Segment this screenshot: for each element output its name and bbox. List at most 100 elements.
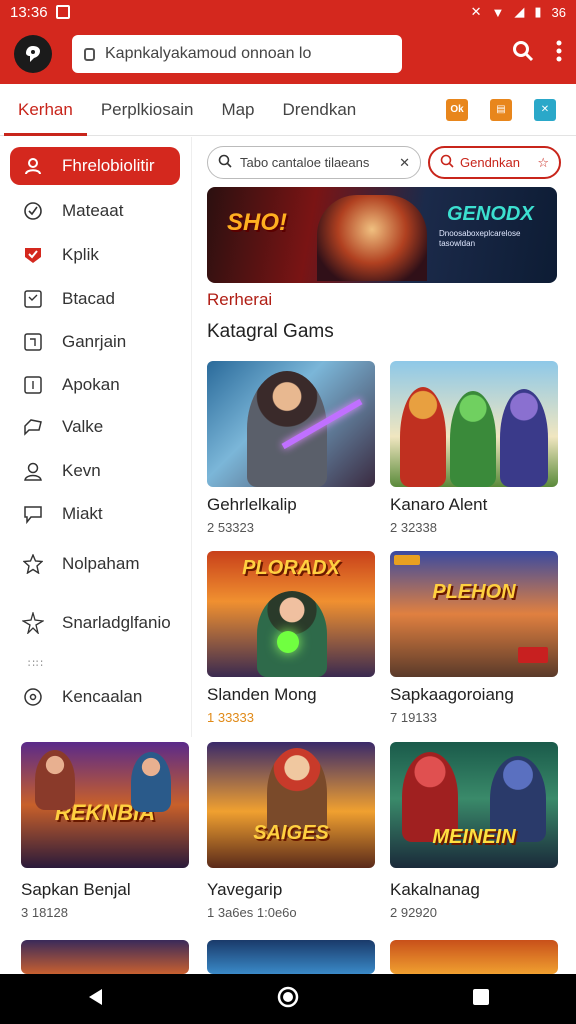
game-card-image[interactable]: PLORADX [207,551,375,677]
search-icon[interactable] [512,40,534,68]
featured-banner[interactable]: SHO! GENODX Dnoosaboxeplcarelose tasowld… [207,187,557,283]
sidebar-item-label: Btacad [62,289,115,308]
app-bar: Kapnkalyakamoud onnoan lo [0,24,576,84]
system-nav-bar [0,974,576,1024]
sidebar-item-label: Valke [62,417,104,436]
sparkle-icon [22,612,44,634]
sidebar-item-label: Nolpaham [62,554,140,573]
app-logo-icon[interactable] [14,35,52,73]
tab-drendkan[interactable]: Drendkan [269,84,371,136]
card-icon[interactable]: ▤ [490,98,512,121]
battery-icon: ▮ [534,4,542,19]
search-placeholder: Tabo cantaloe tilaeans [240,155,370,170]
ok-badge-icon[interactable]: Ok [446,98,468,121]
star-icon: ☆ [537,154,549,170]
notification-icon [55,5,70,19]
sidebar-item-kplik[interactable]: Kplik [10,236,180,274]
person-outline-icon [22,460,44,482]
tab-bar: Kerhan Perplkiosain Map Drendkan Ok ▤ ✕ [0,84,576,136]
clear-icon[interactable]: ✕ [395,155,410,171]
red-check-icon [22,244,44,266]
sidebar-item-label: Kevn [62,461,101,480]
shield-check-icon [22,200,44,222]
game-card-title[interactable]: Kanaro Alent [390,495,487,515]
back-icon[interactable] [86,987,104,1012]
sidebar-item-valke[interactable]: Valke [10,408,180,446]
game-card-image[interactable]: PLEHON [390,551,558,677]
tab-kerhan[interactable]: Kerhan [4,84,87,136]
banner-hero-art [317,195,427,281]
tab-perplkiosain[interactable]: Perplkiosain [87,84,208,136]
url-bar[interactable]: Kapnkalyakamoud onnoan lo [72,35,402,73]
game-card-title[interactable]: Sapkaagoroiang [390,685,514,705]
sidebar-item-label: Miakt [62,504,103,523]
game-card-title[interactable]: Yavegarip [207,880,282,900]
game-card-logo: PLORADX [242,557,340,579]
square-bracket-icon [22,331,44,353]
more-dots: ∷∷ [28,658,44,670]
chat-icon [22,503,44,525]
speech-bubble-icon [22,416,44,438]
game-card-image[interactable] [207,361,375,487]
game-card-logo: SAIGES [253,822,329,844]
game-card-title[interactable]: Kakalnanag [390,880,480,900]
wifi-icon: ▼ [491,4,505,20]
sidebar-item-apokan[interactable]: Apokan [10,366,180,404]
sidebar-item-label: Kplik [62,245,99,264]
game-card-count: 2 92920 [390,905,437,920]
game-card-count: 2 32338 [390,520,437,535]
home-icon[interactable] [277,986,299,1013]
recents-icon[interactable] [472,988,490,1011]
clock: 13:36 [10,3,48,21]
game-card-image[interactable] [207,940,375,974]
sidebar-item-label: Fhrelobiolitir [62,156,155,175]
sidebar-item-btacad[interactable]: Btacad [10,280,180,318]
game-card-title[interactable]: Sapkan Benjal [21,880,131,900]
sidebar-item-label: Kencaalan [62,687,143,706]
game-card-count: 2 53323 [207,520,254,535]
sidebar-item-label: Snarladglfanio [62,613,171,632]
sidebar-item-kevn[interactable]: Kevn [10,452,180,490]
game-card-count: 1 33333 [207,710,254,725]
section-kicker: Rerherai [207,290,273,309]
game-card-title[interactable]: Slanden Mong [207,685,317,705]
star-outline-icon [22,553,44,575]
square-face-icon [22,288,44,310]
url-text: Kapnkalyakamoud onnoan lo [105,45,312,62]
search-icon [218,154,232,171]
search-input[interactable]: Tabo cantaloe tilaeans ✕ [207,146,421,179]
sidebar-item-fhrelobiolitir[interactable]: Fhrelobiolitir [10,147,180,185]
sidebar-item-ganrjain[interactable]: Ganrjain [10,323,180,361]
sidebar-item-mateaat[interactable]: Mateaat [10,192,180,230]
gear-circle-icon [22,686,44,708]
more-vert-icon[interactable] [556,40,562,68]
game-card-image[interactable]: MEINEIN [390,742,558,868]
user-icon [22,155,44,177]
battery-level: 36 [551,4,566,20]
game-card-image[interactable] [21,940,189,974]
sidebar-item-nolpaham[interactable]: Nolpaham [10,545,180,583]
sidebar-item-miakt[interactable]: Miakt [10,495,180,533]
game-card-title[interactable]: Gehrlelkalip [207,495,297,515]
banner-left-logo: SHO! [227,209,287,236]
x-app-icon[interactable]: ✕ [534,98,556,121]
game-card-image[interactable]: REKNBIA [21,742,189,868]
sidebar-item-snarladglfanio[interactable]: Snarladglfanio [10,604,180,642]
lock-icon [84,47,95,61]
banner-title: GENODX [447,203,534,225]
sidebar-item-kencaalan[interactable]: Kencaalan [10,678,180,716]
game-card-logo: MEINEIN [432,826,516,848]
game-card-image[interactable] [390,940,558,974]
game-card-image[interactable]: SAIGES [207,742,375,868]
sidebar-item-label: Mateaat [62,201,124,220]
game-card-count: 1 3a6es 1:0e6o [207,905,297,920]
sidebar-item-label: Ganrjain [62,332,127,351]
mute-icon: ✕ [470,4,482,19]
filter-button[interactable]: Gendnkan ☆ [428,146,561,179]
status-bar: 13:36 ✕ ▼ ◢ ▮ 36 [0,0,576,24]
game-card-logo: PLEHON [432,581,516,603]
tab-map[interactable]: Map [207,84,268,136]
search-icon [440,154,454,171]
sidebar: Fhrelobiolitir Mateaat Kplik Btacad Ganr… [0,137,192,737]
game-card-image[interactable] [390,361,558,487]
